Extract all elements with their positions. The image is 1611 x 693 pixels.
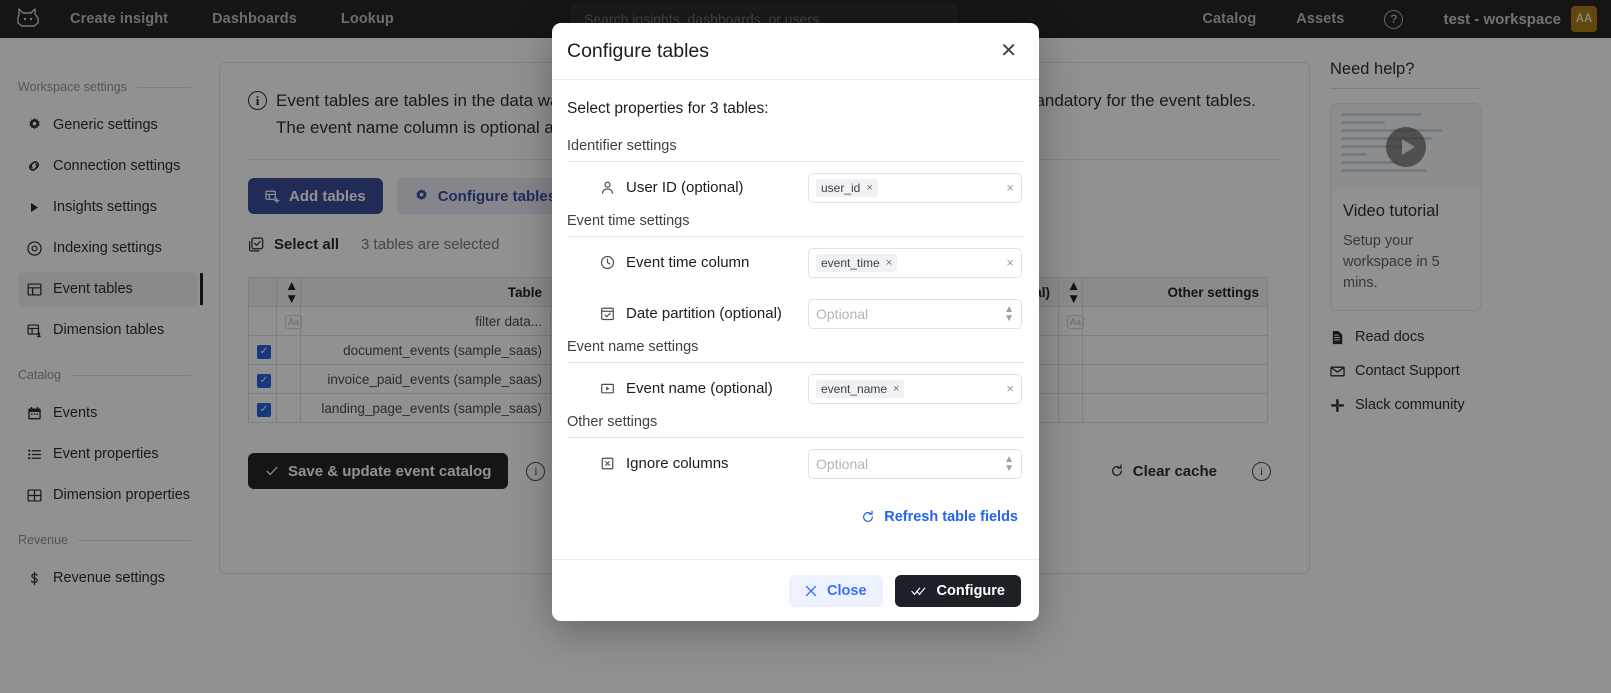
placeholder-text: Optional bbox=[816, 306, 868, 322]
tag-remove-icon[interactable]: × bbox=[893, 383, 899, 395]
button-label: Configure bbox=[937, 583, 1005, 599]
configure-button[interactable]: Configure bbox=[895, 575, 1021, 607]
section-label: Other settings bbox=[567, 414, 1024, 430]
chevron-updown-icon[interactable]: ▲▼ bbox=[1004, 455, 1014, 473]
field-label: Event name (optional) bbox=[626, 380, 808, 397]
field-row-user-id: User ID (optional) user_id × × bbox=[567, 162, 1024, 213]
field-row-ignore-columns: Ignore columns Optional ▲▼ bbox=[567, 438, 1024, 489]
x-icon bbox=[805, 585, 817, 597]
tag-remove-icon[interactable]: × bbox=[886, 257, 892, 269]
button-label: Close bbox=[827, 583, 867, 599]
double-check-icon bbox=[911, 585, 927, 597]
field-row-event-time-column: Event time column event_time × × bbox=[567, 237, 1024, 288]
dialog-title: Configure tables bbox=[567, 40, 709, 63]
tag-remove-icon[interactable]: × bbox=[866, 182, 872, 194]
refresh-table-fields-link[interactable]: Refresh table fields bbox=[567, 489, 1024, 525]
app-root: Create insight Dashboards Lookup Search … bbox=[0, 0, 1611, 693]
section-event-time-settings: Event time settings Event time column ev… bbox=[567, 213, 1024, 339]
event-name-input[interactable]: event_name × × bbox=[808, 374, 1022, 404]
field-row-date-partition: Date partition (optional) Optional ▲▼ bbox=[567, 288, 1024, 339]
field-label: Event time column bbox=[626, 254, 808, 271]
chevron-updown-icon[interactable]: ▲▼ bbox=[1004, 305, 1014, 323]
tag-label: user_id bbox=[821, 181, 860, 195]
clear-icon[interactable]: × bbox=[1006, 180, 1014, 195]
section-label: Event time settings bbox=[567, 213, 1024, 229]
field-label: Ignore columns bbox=[626, 455, 808, 472]
section-identifier-settings: Identifier settings User ID (optional) u… bbox=[567, 138, 1024, 213]
clear-icon[interactable]: × bbox=[1006, 255, 1014, 270]
refresh-icon bbox=[861, 510, 875, 524]
event-time-column-input[interactable]: event_time × × bbox=[808, 248, 1022, 278]
play-box-icon bbox=[600, 381, 626, 396]
tag-event-name[interactable]: event_name × bbox=[816, 380, 904, 398]
x-box-icon bbox=[600, 456, 626, 471]
user-id-input[interactable]: user_id × × bbox=[808, 173, 1022, 203]
calendar-check-icon bbox=[600, 306, 626, 321]
field-label: User ID (optional) bbox=[626, 179, 808, 196]
close-icon[interactable]: ✕ bbox=[1000, 41, 1017, 61]
tag-user-id[interactable]: user_id × bbox=[816, 179, 878, 197]
section-label: Identifier settings bbox=[567, 138, 1024, 154]
tag-event-time[interactable]: event_time × bbox=[816, 254, 897, 272]
ignore-columns-select[interactable]: Optional ▲▼ bbox=[808, 449, 1022, 479]
field-row-event-name: Event name (optional) event_name × × bbox=[567, 363, 1024, 414]
dialog-intro-text: Select properties for 3 tables: bbox=[567, 100, 1024, 118]
date-partition-select[interactable]: Optional ▲▼ bbox=[808, 299, 1022, 329]
link-label: Refresh table fields bbox=[884, 509, 1018, 525]
tag-label: event_time bbox=[821, 256, 880, 270]
close-button[interactable]: Close bbox=[789, 575, 883, 607]
placeholder-text: Optional bbox=[816, 456, 868, 472]
tag-label: event_name bbox=[821, 382, 887, 396]
clear-icon[interactable]: × bbox=[1006, 381, 1014, 396]
clock-icon bbox=[600, 255, 626, 270]
section-label: Event name settings bbox=[567, 339, 1024, 355]
dialog-footer: Close Configure bbox=[552, 559, 1039, 621]
dialog-header: Configure tables ✕ bbox=[552, 23, 1039, 80]
field-label: Date partition (optional) bbox=[626, 305, 808, 322]
user-icon bbox=[600, 180, 626, 195]
dialog-body: Select properties for 3 tables: Identifi… bbox=[552, 80, 1039, 559]
section-other-settings: Other settings Ignore columns Optional ▲… bbox=[567, 414, 1024, 489]
section-event-name-settings: Event name settings Event name (optional… bbox=[567, 339, 1024, 414]
configure-tables-dialog: Configure tables ✕ Select properties for… bbox=[552, 23, 1039, 621]
